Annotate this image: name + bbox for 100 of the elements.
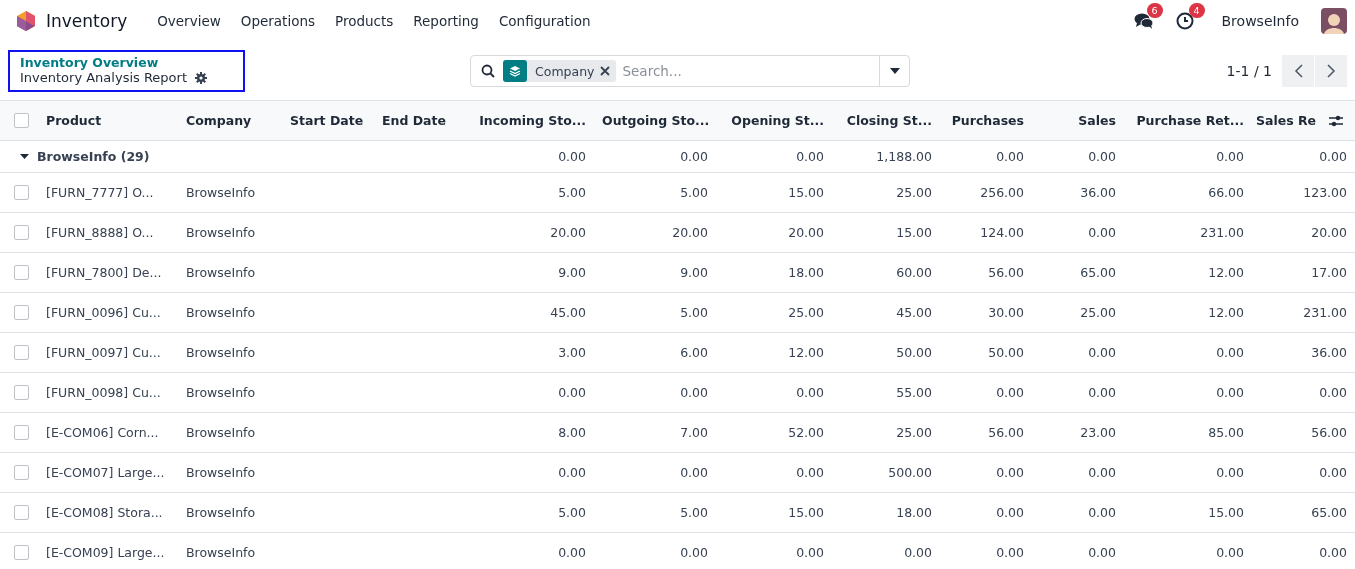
number-cell: 45.00: [832, 292, 940, 333]
number-cell: 0.00: [466, 452, 594, 493]
number-cell: 5.00: [594, 492, 716, 533]
number-cell: 15.00: [1124, 492, 1252, 533]
company-cell: BrowseInfo: [178, 532, 282, 569]
total-cell: 0.00: [940, 140, 1032, 173]
number-cell: 15.00: [716, 172, 832, 213]
number-cell: 20.00: [716, 212, 832, 253]
number-cell: 0.00: [466, 372, 594, 413]
pager-value[interactable]: 1-1 / 1: [1226, 63, 1272, 79]
layers-icon: [503, 60, 527, 82]
checkbox[interactable]: [14, 425, 29, 440]
number-cell: 0.00: [1124, 332, 1252, 373]
column-header[interactable]: Product: [46, 113, 102, 128]
chat-bubbles-icon[interactable]: [1133, 12, 1154, 30]
app-name[interactable]: Inventory: [46, 11, 128, 31]
number-cell: 500.00: [832, 452, 940, 493]
number-cell: 36.00: [1032, 172, 1124, 213]
close-icon[interactable]: [600, 66, 611, 76]
group-row-toggle[interactable]: BrowseInfo (29): [20, 149, 150, 164]
product-cell: [FURN_8888] O...: [38, 212, 178, 253]
menu-item[interactable]: Overview: [147, 13, 231, 29]
number-cell: 25.00: [1032, 292, 1124, 333]
chevron-right-icon: [1326, 64, 1336, 78]
menu-item[interactable]: Operations: [230, 13, 325, 29]
product-cell: [E-COM08] Stora...: [38, 492, 178, 533]
number-cell: 0.00: [940, 452, 1032, 493]
checkbox[interactable]: [14, 113, 29, 128]
checkbox[interactable]: [14, 265, 29, 280]
column-header[interactable]: Sales: [1078, 113, 1116, 128]
number-cell: 25.00: [832, 412, 940, 453]
search-field[interactable]: Company Search...: [470, 55, 910, 87]
number-cell: 0.00: [1252, 532, 1355, 569]
number-cell: 25.00: [832, 172, 940, 213]
number-cell: 18.00: [716, 252, 832, 293]
number-cell: 9.00: [466, 252, 594, 293]
number-cell: 65.00: [1032, 252, 1124, 293]
number-cell: 65.00: [1252, 492, 1355, 533]
avatar[interactable]: [1321, 8, 1347, 34]
number-cell: 0.00: [1032, 532, 1124, 569]
number-cell: 60.00: [832, 252, 940, 293]
number-cell: 56.00: [940, 412, 1032, 453]
number-cell: 3.00: [466, 332, 594, 373]
clock-icon[interactable]: [1175, 12, 1194, 30]
checkbox[interactable]: [14, 505, 29, 520]
number-cell: 0.00: [1032, 492, 1124, 533]
total-cell: 0.00: [1032, 140, 1124, 173]
checkbox[interactable]: [14, 225, 29, 240]
number-cell: 0.00: [1032, 452, 1124, 493]
checkbox[interactable]: [14, 465, 29, 480]
checkbox[interactable]: [14, 345, 29, 360]
product-cell: [FURN_0097] Cu...: [38, 332, 178, 373]
number-cell: 20.00: [594, 212, 716, 253]
number-cell: 5.00: [594, 172, 716, 213]
number-cell: 0.00: [466, 532, 594, 569]
product-cell: [E-COM06] Corn...: [38, 412, 178, 453]
number-cell: 0.00: [1124, 372, 1252, 413]
company-cell: BrowseInfo: [178, 252, 282, 293]
previous-button[interactable]: [1282, 55, 1314, 87]
number-cell: 256.00: [940, 172, 1032, 213]
total-cell: 1,188.00: [832, 140, 940, 173]
page-title: Inventory Analysis Report: [20, 70, 187, 85]
checkbox[interactable]: [14, 305, 29, 320]
chevron-left-icon: [1293, 64, 1303, 78]
next-button[interactable]: [1315, 55, 1347, 87]
message-count: 6: [1146, 3, 1163, 18]
product-cell: [FURN_7800] De...: [38, 252, 178, 293]
number-cell: 20.00: [1252, 212, 1355, 253]
number-cell: 18.00: [832, 492, 940, 533]
number-cell: 30.00: [940, 292, 1032, 333]
menu-item[interactable]: Configuration: [488, 13, 601, 29]
sliders-icon[interactable]: [1329, 114, 1343, 127]
number-cell: 5.00: [594, 292, 716, 333]
company-cell: BrowseInfo: [178, 492, 282, 533]
product-cell: [FURN_0096] Cu...: [38, 292, 178, 333]
number-cell: 123.00: [1252, 172, 1355, 213]
checkbox[interactable]: [14, 545, 29, 560]
gear-icon[interactable]: [195, 71, 207, 84]
activity-count: 4: [1188, 3, 1205, 18]
checkbox[interactable]: [14, 385, 29, 400]
number-cell: 50.00: [832, 332, 940, 373]
breadcrumb-link[interactable]: Inventory Overview: [20, 55, 207, 70]
number-cell: 56.00: [1252, 412, 1355, 453]
menu-item[interactable]: Products: [325, 13, 404, 29]
number-cell: 12.00: [1124, 292, 1252, 333]
caret-icon: [889, 68, 900, 74]
number-cell: 124.00: [940, 212, 1032, 253]
number-cell: 85.00: [1124, 412, 1252, 453]
number-cell: 0.00: [940, 492, 1032, 533]
user-name[interactable]: BrowseInfo: [1221, 13, 1299, 29]
product-cell: [FURN_7777] O...: [38, 172, 178, 213]
menu-item[interactable]: Reporting: [403, 13, 489, 29]
company-cell: BrowseInfo: [178, 452, 282, 493]
number-cell: 36.00: [1252, 332, 1355, 373]
filter-facet: Company: [534, 63, 596, 79]
number-cell: 0.00: [832, 532, 940, 569]
product-cell: [E-COM09] Large...: [38, 532, 178, 569]
checkbox[interactable]: [14, 185, 29, 200]
number-cell: 231.00: [1252, 292, 1355, 333]
company-cell: BrowseInfo: [178, 212, 282, 253]
